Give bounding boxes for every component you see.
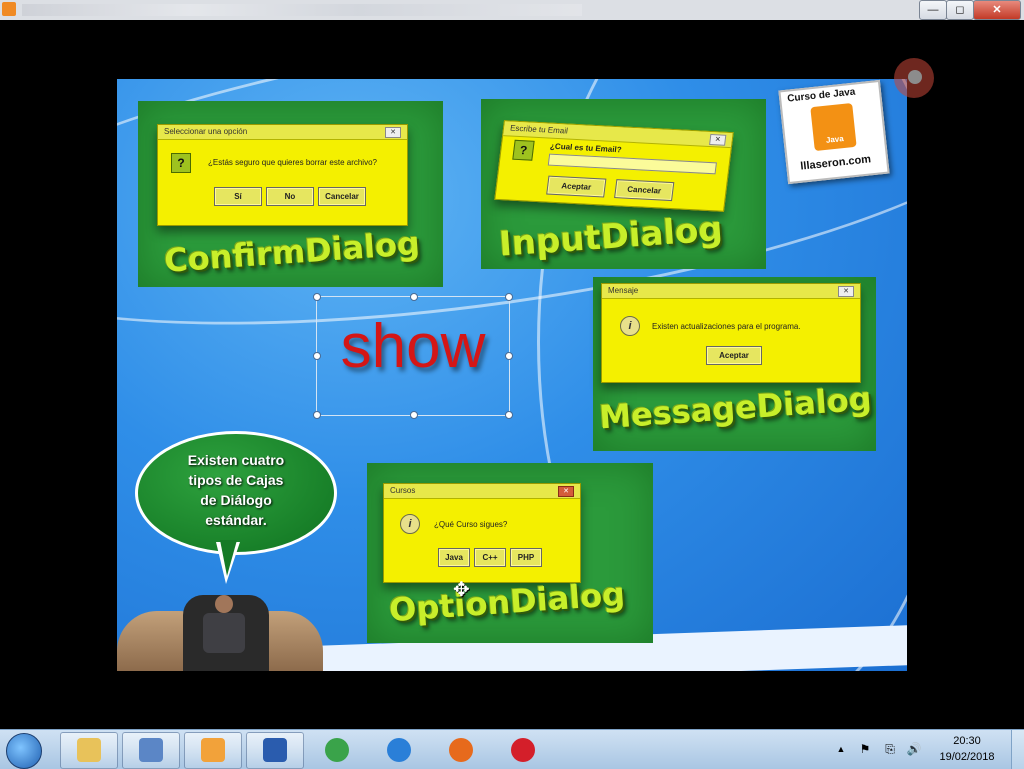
recorder-logo: [884, 52, 944, 108]
dialog-title: Mensaje ✕: [602, 284, 860, 299]
chrome-icon: [325, 738, 349, 762]
volume-icon[interactable]: 🔊: [904, 730, 924, 769]
show-text: show: [340, 312, 486, 381]
bubble-text: Existen cuatro tipos de Cajas de Diálogo…: [187, 452, 285, 528]
badge-title: Curso de Java: [786, 86, 856, 105]
accept-button: Aceptar: [706, 346, 762, 365]
taskbar-clock[interactable]: 20:30 19/02/2018: [930, 733, 1004, 765]
email-field: [547, 153, 717, 175]
window-titlebar: — ◻ ✕: [0, 0, 1024, 20]
java-logo: Java: [810, 102, 857, 152]
taskbar-internet-explorer[interactable]: [370, 732, 428, 769]
dialog-question: ¿Cual es tu Email?: [549, 141, 623, 155]
internet-explorer-icon: [387, 738, 411, 762]
taskbar-firefox[interactable]: [432, 732, 490, 769]
taskbar-opera[interactable]: [494, 732, 552, 769]
confirm-dialog-panel: Seleccionar una opción ✕ ? ¿Estás seguro …: [138, 101, 443, 287]
cpp-button: C++: [474, 548, 506, 567]
option-dialog-panel: Cursos ✕ i ¿Qué Curso sigues? Java C++ PH…: [367, 463, 653, 643]
resize-handle[interactable]: [313, 411, 321, 419]
input-dialog: Escribe tu Email ✕ ? ¿Cual es tu Email? A…: [494, 120, 734, 212]
resize-handle[interactable]: [410, 293, 418, 301]
taskbar-virtualbox[interactable]: [122, 732, 180, 769]
taskbar-word[interactable]: [246, 732, 304, 769]
speech-bubble: Existen cuatro tipos de Cajas de Diálogo…: [135, 431, 337, 584]
avatar: [117, 595, 323, 671]
taskbar-file-explorer[interactable]: [60, 732, 118, 769]
yes-button: Sí: [214, 187, 262, 206]
close-icon: ✕: [838, 286, 854, 297]
input-dialog-label: InputDialog: [497, 209, 724, 265]
opera-icon: [511, 738, 535, 762]
resize-handle[interactable]: [505, 411, 513, 419]
message-dialog-panel: Mensaje ✕ i Existen actualizaciones para …: [593, 277, 876, 451]
bubble-tail: [220, 540, 237, 576]
show-desktop-button[interactable]: [1011, 730, 1024, 769]
move-cursor-icon: ✥: [453, 579, 470, 601]
badge-site: lllaseron.com: [799, 153, 872, 173]
firefox-icon: [449, 738, 473, 762]
close-button[interactable]: ✕: [973, 0, 1021, 20]
cube-icon: [139, 738, 163, 762]
resize-handle[interactable]: [313, 352, 321, 360]
dialog-title: Cursos ✕: [384, 484, 580, 499]
question-icon: ?: [512, 139, 535, 161]
confirm-dialog: Seleccionar una opción ✕ ? ¿Estás seguro …: [157, 124, 408, 226]
maximize-button[interactable]: ◻: [946, 0, 974, 20]
message-dialog: Mensaje ✕ i Existen actualizaciones para …: [601, 283, 861, 383]
question-icon: ?: [171, 153, 191, 173]
faded-title-area: [22, 4, 582, 16]
show-text-selection[interactable]: show: [313, 293, 513, 419]
no-button: No: [266, 187, 314, 206]
resize-handle[interactable]: [313, 293, 321, 301]
close-icon: ✕: [558, 486, 574, 497]
show-hidden-icons-button[interactable]: ▲: [834, 730, 848, 769]
resize-handle[interactable]: [410, 411, 418, 419]
resize-handle[interactable]: [505, 293, 513, 301]
course-badge: Curso de Java Java lllaseron.com: [778, 79, 890, 185]
play-icon: [201, 738, 225, 762]
php-button: PHP: [510, 548, 542, 567]
minimize-button[interactable]: —: [919, 0, 947, 20]
taskbar: ▲ ⚑ ⎘ 🔊 20:30 19/02/2018: [0, 729, 1024, 769]
confirm-dialog-label: ConfirmDialog: [162, 224, 422, 280]
resize-handle[interactable]: [505, 352, 513, 360]
message-dialog-label: MessageDialog: [598, 379, 873, 437]
slide-stage: Seleccionar una opción ✕ ? ¿Estás seguro …: [117, 79, 907, 671]
taskbar-media-player[interactable]: [184, 732, 242, 769]
network-icon[interactable]: ⎘: [880, 730, 900, 769]
clock-time: 20:30: [953, 735, 981, 747]
word-icon: [263, 738, 287, 762]
start-button[interactable]: [6, 733, 42, 769]
cancel-button: Cancelar: [614, 179, 675, 202]
app-icon: [2, 2, 16, 16]
dialog-question: ¿Qué Curso sigues?: [434, 520, 508, 529]
java-button: Java: [438, 548, 470, 567]
dialog-question: ¿Estás seguro que quieres borrar este ar…: [208, 158, 377, 167]
dialog-title: Escribe tu Email ✕: [503, 121, 733, 149]
cancel-button: Cancelar: [318, 187, 366, 206]
folder-icon: [77, 738, 101, 762]
message-text: Existen actualizaciones para el programa…: [652, 322, 801, 331]
close-icon: ✕: [709, 134, 727, 146]
clock-date: 19/02/2018: [939, 751, 995, 763]
info-icon: i: [400, 514, 420, 534]
dialog-title: Seleccionar una opción ✕: [158, 125, 407, 140]
option-dialog: Cursos ✕ i ¿Qué Curso sigues? Java C++ PH…: [383, 483, 581, 583]
taskbar-chrome[interactable]: [308, 732, 366, 769]
accept-button: Aceptar: [546, 175, 607, 198]
action-center-flag-icon[interactable]: ⚑: [856, 730, 874, 769]
info-icon: i: [620, 316, 640, 336]
close-icon: ✕: [385, 127, 401, 138]
input-dialog-panel: Escribe tu Email ✕ ? ¿Cual es tu Email? A…: [481, 99, 766, 269]
